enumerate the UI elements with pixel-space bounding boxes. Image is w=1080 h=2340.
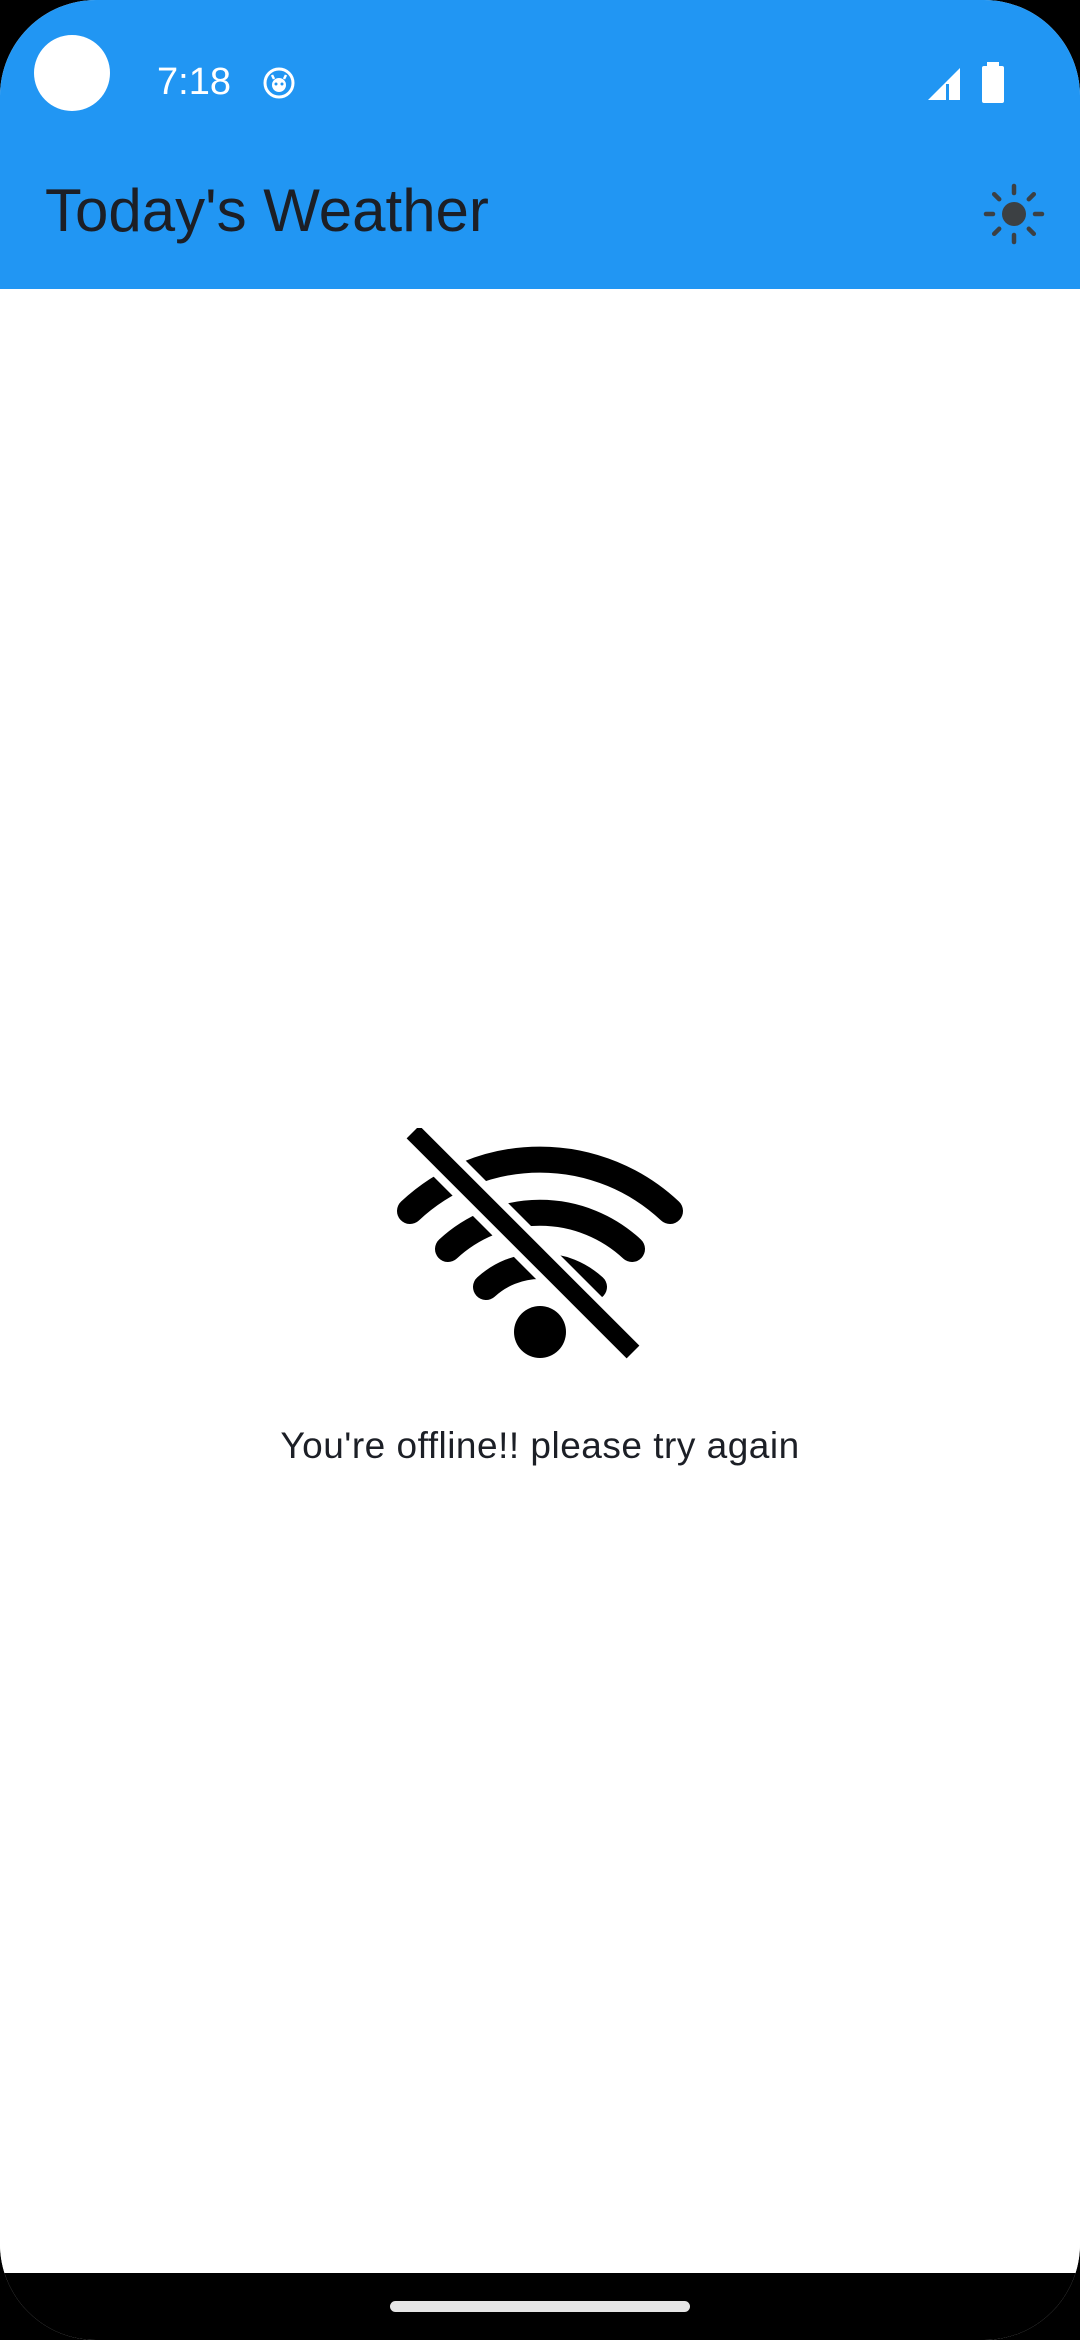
sun-icon xyxy=(983,183,1045,245)
home-indicator[interactable] xyxy=(390,2301,690,2312)
camera-cutout xyxy=(34,35,110,111)
wifi-off-icon xyxy=(397,1128,683,1368)
notification-icon xyxy=(263,67,295,99)
status-time: 7:18 xyxy=(157,61,231,103)
theme-toggle-button[interactable] xyxy=(976,176,1052,252)
cellular-signal-icon xyxy=(928,68,960,100)
status-bar: 7:18 xyxy=(0,0,1080,168)
app-title: Today's Weather xyxy=(45,177,489,244)
phone-screen: 7:18 Today's Weather You're offline!! pl… xyxy=(0,0,1080,2340)
offline-message: You're offline!! please try again xyxy=(280,1425,800,1466)
battery-icon xyxy=(982,62,1004,103)
